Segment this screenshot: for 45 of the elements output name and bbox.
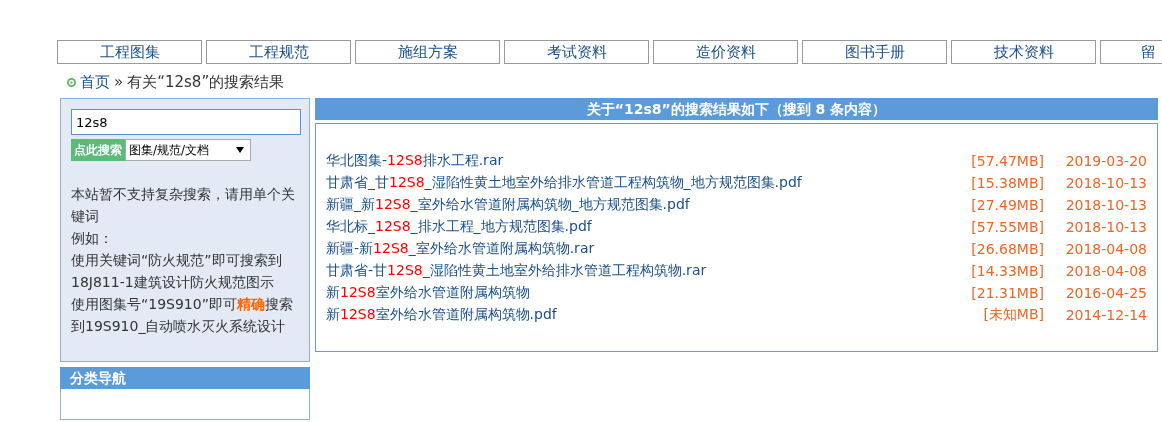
nav-tab[interactable]: 考试资料	[504, 40, 649, 64]
file-size: [未知MB]	[982, 306, 1044, 324]
file-link[interactable]: 华北标_12S8_排水工程_地方规范图集.pdf	[326, 218, 944, 236]
file-size: [21.31MB]	[970, 285, 1044, 301]
file-link[interactable]: 新疆-新12S8_室外给水管道附属构筑物.rar	[326, 240, 944, 258]
home-link[interactable]: 首页	[80, 72, 110, 92]
file-size: [26.68MB]	[970, 241, 1044, 257]
nav-tab[interactable]: 技术资料	[951, 40, 1096, 64]
nav-tab[interactable]: 工程图集	[57, 40, 202, 64]
nav-tab[interactable]: 造价资料	[653, 40, 798, 64]
file-date: 2018-10-13	[1064, 175, 1147, 191]
file-date: 2018-10-13	[1064, 219, 1147, 235]
help-text: 例如：	[71, 229, 114, 248]
nav-tab[interactable]: 工程规范	[206, 40, 351, 64]
file-link[interactable]: 甘肃省-甘12S8_湿陷性黄土地室外给排水管道工程构筑物.rar	[326, 262, 944, 280]
breadcrumb-current: 有关“12s8”的搜索结果	[127, 72, 285, 92]
breadcrumb-separator: »	[114, 73, 124, 91]
file-date: 2014-12-14	[1064, 307, 1147, 323]
help-text: 使用关键词“防火规范”即可搜索到18J811-1建筑设计防火规范图示	[71, 251, 283, 292]
file-size: [57.55MB]	[970, 219, 1044, 235]
file-link[interactable]: 华北图集-12S8排水工程.rar	[326, 152, 944, 170]
help-text: 使用图集号“19S910”即可精确搜索到19S910_自动喷水灭火系统设计	[71, 295, 294, 336]
file-date: 2019-03-20	[1064, 153, 1147, 169]
caret-icon	[236, 147, 244, 153]
nav-tab[interactable]: 图书手册	[802, 40, 947, 64]
category-nav-header: 分类导航	[60, 367, 310, 389]
arrow-circle-icon	[67, 77, 76, 87]
file-date: 2018-04-08	[1064, 263, 1147, 279]
file-date: 2018-10-13	[1064, 197, 1147, 213]
file-date: 2016-04-25	[1064, 285, 1147, 301]
file-size: [27.49MB]	[970, 197, 1044, 213]
file-size: [14.33MB]	[970, 263, 1044, 279]
help-text: 本站暂不支持复杂搜索，请用单个关键词	[71, 185, 296, 226]
file-link[interactable]: 甘肃省_甘12S8_湿陷性黄土地室外给排水管道工程构筑物_地方规范图集.pdf	[326, 174, 944, 192]
file-link[interactable]: 新12S8室外给水管道附属构筑物	[326, 284, 944, 302]
file-size: [57.47MB]	[970, 153, 1044, 169]
file-date: 2018-04-08	[1064, 241, 1147, 257]
search-field[interactable]: 12s8	[71, 109, 301, 135]
file-size: [15.38MB]	[970, 175, 1044, 191]
nav-tab[interactable]: 留	[1100, 40, 1162, 64]
nav-tab[interactable]: 施组方案	[355, 40, 500, 64]
scope-dropdown[interactable]: 图集/规范/文档	[125, 139, 251, 161]
file-link[interactable]: 新12S8室外给水管道附属构筑物.pdf	[326, 306, 944, 324]
file-link[interactable]: 新疆_新12S8_室外给水管道附属构筑物_地方规范图集.pdf	[326, 196, 944, 214]
results-title: 关于“12s8”的搜索结果如下（搜到 8 条内容）	[315, 98, 1158, 120]
